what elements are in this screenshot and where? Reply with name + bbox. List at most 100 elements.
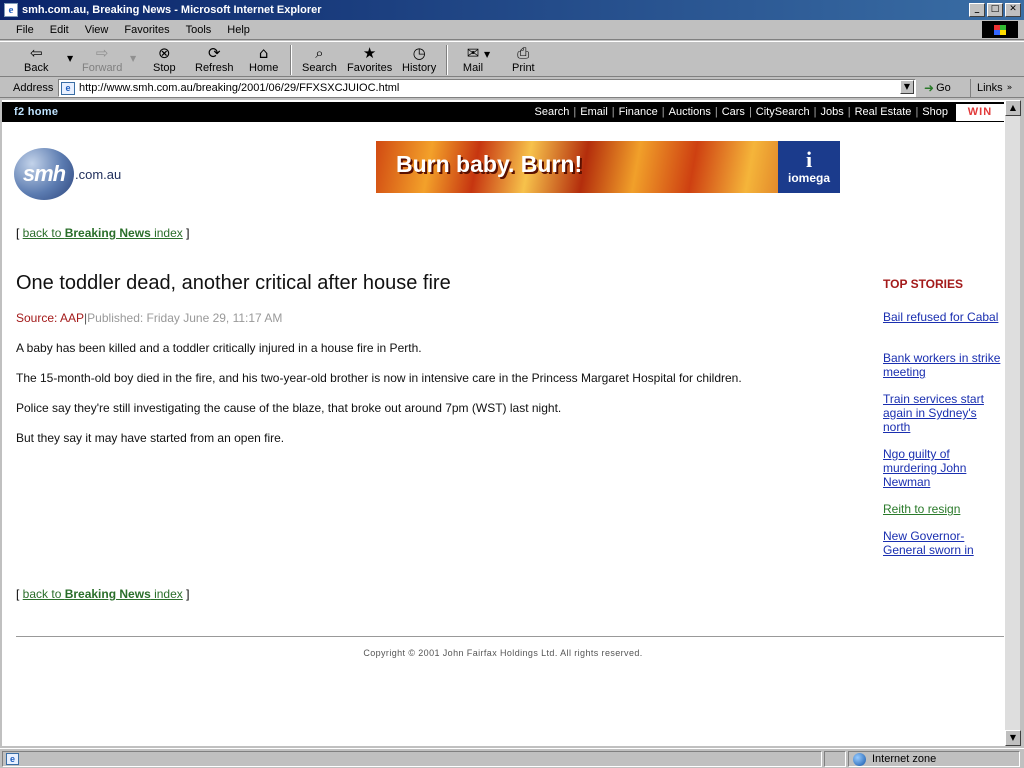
- address-label: Address: [13, 81, 54, 94]
- smh-logo-ball: smh: [14, 148, 74, 200]
- iomega-wordmark: iomega: [787, 171, 830, 185]
- ad-banner[interactable]: Burn baby. Burn! i iomega: [376, 141, 840, 193]
- article-paragraph: Police say they're still investigating t…: [16, 401, 562, 415]
- go-button[interactable]: ➜ Go: [924, 79, 951, 97]
- article-meta: Source: AAP|Published: Friday June 29, 1…: [16, 311, 283, 325]
- nav-email[interactable]: Email: [576, 106, 612, 118]
- menu-tools[interactable]: Tools: [186, 24, 212, 36]
- print-icon: ⎙: [517, 44, 530, 62]
- nav-shop[interactable]: Shop: [918, 106, 952, 118]
- refresh-icon: ⟳: [207, 44, 221, 62]
- window-titlebar: e smh.com.au, Breaking News - Microsoft …: [0, 0, 1024, 20]
- top-story-link[interactable]: Ngo guilty of murdering John Newman: [883, 447, 1001, 489]
- toolbar-separator: [446, 45, 448, 75]
- minimize-button[interactable]: _: [969, 3, 985, 17]
- forward-dropdown-icon[interactable]: ▼: [130, 54, 136, 63]
- f2-home-link[interactable]: f2 home: [14, 106, 58, 118]
- top-story-link[interactable]: Train services start again in Sydney's n…: [883, 392, 1001, 434]
- published-date: Published: Friday June 29, 11:17 AM: [87, 311, 283, 325]
- home-button[interactable]: ⌂ Home: [249, 44, 278, 76]
- security-zone-panel: Internet zone: [848, 751, 1020, 767]
- top-story-link[interactable]: Reith to resign: [883, 502, 1001, 516]
- mail-icon: ✉: [466, 44, 480, 62]
- menu-edit[interactable]: Edit: [50, 24, 69, 36]
- mail-button[interactable]: ✉ Mail: [462, 44, 484, 76]
- go-arrow-icon: ➜: [924, 81, 935, 95]
- maximize-button[interactable]: □: [987, 3, 1003, 17]
- top-story-link[interactable]: Bail refused for Cabal: [883, 310, 1001, 324]
- iomega-logo: i iomega: [778, 141, 840, 193]
- window-title: smh.com.au, Breaking News - Microsoft In…: [22, 4, 322, 16]
- top-story-link[interactable]: Bank workers in strike meeting: [883, 351, 1001, 379]
- smh-logo[interactable]: smh .com.au: [14, 148, 121, 200]
- top-story-link[interactable]: New Governor-General sworn in: [883, 529, 1001, 557]
- nav-auctions[interactable]: Auctions: [665, 106, 715, 118]
- back-button[interactable]: ⇦ Back: [24, 44, 48, 76]
- source-link[interactable]: AAP: [60, 311, 84, 325]
- close-button[interactable]: ✕: [1005, 3, 1021, 17]
- menu-help[interactable]: Help: [227, 24, 250, 36]
- print-button[interactable]: ⎙ Print: [512, 44, 535, 76]
- win-button[interactable]: WIN: [956, 104, 1004, 121]
- favorites-button[interactable]: ★ Favorites: [347, 44, 392, 76]
- nav-cars[interactable]: Cars: [718, 106, 749, 118]
- article-paragraph: But they say it may have started from an…: [16, 431, 285, 445]
- back-to-index-top: [ back to Breaking News index ]: [16, 226, 190, 240]
- scroll-down-button[interactable]: ▼: [1005, 730, 1021, 746]
- standard-toolbar: ⇦ Back ▼ ⇨ Forward ▼ ⊗ Stop ⟳ Refresh ⌂ …: [0, 41, 1024, 77]
- favorites-icon: ★: [362, 44, 377, 62]
- iomega-mark: i: [805, 147, 813, 172]
- copyright-text: Copyright © 2001 John Fairfax Holdings L…: [363, 648, 643, 658]
- back-dropdown-icon[interactable]: ▼: [67, 54, 73, 63]
- status-bar: e Internet zone: [0, 748, 1024, 768]
- home-icon: ⌂: [258, 44, 269, 62]
- links-button[interactable]: Links »: [970, 79, 1012, 97]
- address-bar: Address e ▼ ➜ Go Links »: [0, 78, 1024, 98]
- status-panel: [824, 751, 846, 767]
- menu-bar: File Edit View Favorites Tools Help: [0, 20, 1024, 40]
- stop-button[interactable]: ⊗ Stop: [153, 44, 176, 76]
- history-icon: ◷: [412, 44, 426, 62]
- chevron-right-icon: »: [1006, 83, 1013, 93]
- nav-real-estate[interactable]: Real Estate: [851, 106, 916, 118]
- stop-icon: ⊗: [158, 44, 171, 62]
- nav-citysearch[interactable]: CitySearch: [752, 106, 814, 118]
- smh-logo-domain: .com.au: [75, 166, 122, 182]
- site-nav: Search | Email | Finance | Auctions | Cars | …: [531, 102, 952, 122]
- address-field[interactable]: e: [58, 79, 916, 97]
- back-arrow-icon: ⇦: [29, 44, 43, 62]
- address-input[interactable]: [79, 82, 899, 94]
- menu-file[interactable]: File: [16, 24, 34, 36]
- nav-finance[interactable]: Finance: [615, 106, 662, 118]
- menu-view[interactable]: View: [85, 24, 109, 36]
- ie-page-icon: e: [4, 3, 18, 17]
- search-icon: ⌕: [315, 44, 324, 62]
- page-viewport: f2 home Search | Email | Finance | Auctions…: [2, 100, 1004, 746]
- address-dropdown-icon[interactable]: ▼: [900, 80, 914, 94]
- toolbar-separator: [290, 45, 292, 75]
- globe-icon: [853, 752, 866, 766]
- article-headline: One toddler dead, another critical after…: [16, 272, 451, 294]
- back-to-index-bottom: [ back to Breaking News index ]: [16, 587, 190, 601]
- mail-dropdown-icon[interactable]: ▼: [484, 50, 490, 59]
- nav-jobs[interactable]: Jobs: [816, 106, 847, 118]
- top-stories-heading: TOP STORIES: [883, 277, 964, 291]
- status-text-panel: e: [2, 751, 822, 767]
- search-button[interactable]: ⌕ Search: [302, 44, 337, 76]
- menu-favorites[interactable]: Favorites: [124, 24, 169, 36]
- banner-text: Burn baby. Burn!: [396, 151, 583, 177]
- footer-divider: [16, 636, 1004, 637]
- vertical-scrollbar[interactable]: ▲ ▼: [1004, 100, 1021, 746]
- article-paragraph: The 15-month-old boy died in the fire, a…: [16, 371, 742, 385]
- history-button[interactable]: ◷ History: [402, 44, 436, 76]
- windows-logo-icon: [982, 21, 1018, 38]
- window-controls: _ □ ✕: [969, 3, 1021, 17]
- forward-button[interactable]: ⇨ Forward: [82, 44, 122, 76]
- page-status-icon: e: [6, 753, 19, 765]
- scroll-up-button[interactable]: ▲: [1005, 100, 1021, 116]
- zone-label: Internet zone: [872, 753, 937, 765]
- nav-search[interactable]: Search: [531, 106, 574, 118]
- refresh-button[interactable]: ⟳ Refresh: [195, 44, 234, 76]
- back-to-index-link[interactable]: back to Breaking News index: [23, 587, 183, 601]
- back-to-index-link[interactable]: back to Breaking News index: [23, 226, 183, 240]
